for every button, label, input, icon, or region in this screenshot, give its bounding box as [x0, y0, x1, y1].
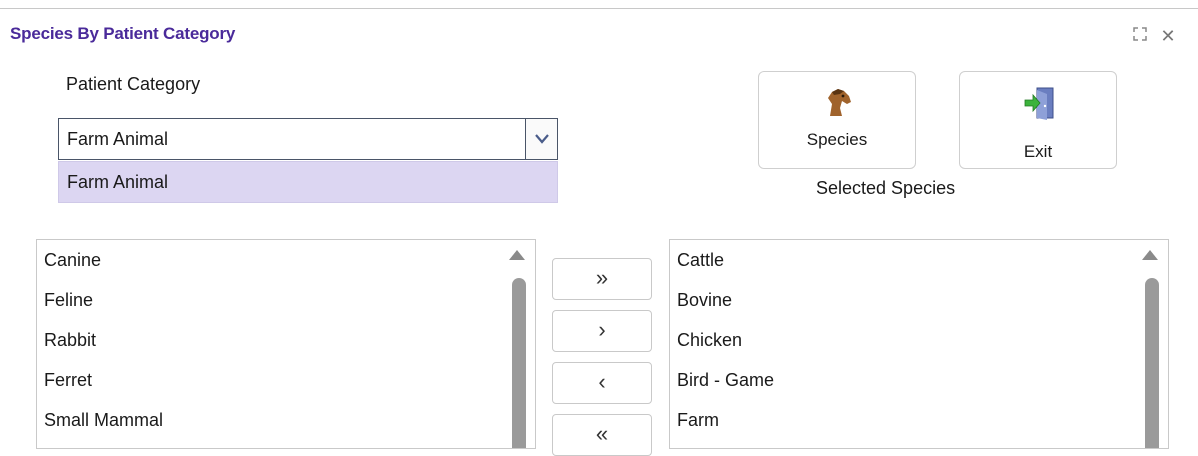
list-item[interactable]: Bovine: [677, 290, 732, 311]
horse-head-icon: [822, 86, 854, 123]
dropdown-toggle[interactable]: [525, 119, 557, 159]
window-title: Species By Patient Category: [10, 24, 236, 43]
patient-category-select[interactable]: Farm Animal: [58, 118, 558, 160]
close-icon[interactable]: ✕: [1158, 26, 1178, 46]
list-item[interactable]: Bird - Game: [677, 370, 774, 391]
selected-species-list[interactable]: Cattle Bovine Chicken Bird - Game Farm: [669, 239, 1169, 449]
patient-category-dropdown: Farm Animal: [58, 161, 558, 203]
maximize-icon[interactable]: [1130, 26, 1150, 46]
add-one-button[interactable]: ›: [552, 310, 652, 352]
scrollbar-thumb[interactable]: [1145, 278, 1159, 448]
list-item[interactable]: Cattle: [677, 250, 724, 271]
add-all-button[interactable]: »: [552, 258, 652, 300]
species-button-label: Species: [806, 130, 868, 149]
scroll-up-arrow-icon[interactable]: [1142, 250, 1158, 260]
remove-one-button[interactable]: ‹: [552, 362, 652, 404]
list-item[interactable]: Rabbit: [44, 330, 96, 351]
list-item[interactable]: Ferret: [44, 370, 92, 391]
top-divider: [0, 8, 1198, 9]
exit-door-icon: [1023, 86, 1057, 127]
scroll-up-arrow-icon[interactable]: [509, 250, 525, 260]
list-item[interactable]: Canine: [44, 250, 101, 271]
patient-category-value: Farm Animal: [67, 129, 169, 149]
list-item[interactable]: Small Mammal: [44, 410, 163, 431]
list-item[interactable]: Chicken: [677, 330, 742, 351]
dropdown-option[interactable]: Farm Animal: [67, 172, 168, 193]
selected-species-label: Selected Species: [816, 178, 956, 198]
list-item[interactable]: Feline: [44, 290, 93, 311]
chevron-down-icon: [535, 134, 549, 144]
exit-button-label: Exit: [1023, 142, 1053, 161]
list-item[interactable]: Farm: [677, 410, 719, 431]
available-species-list[interactable]: Canine Feline Rabbit Ferret Small Mammal: [36, 239, 536, 449]
scrollbar-thumb[interactable]: [512, 278, 526, 448]
species-button[interactable]: Species: [758, 71, 916, 169]
exit-button[interactable]: Exit: [959, 71, 1117, 169]
patient-category-label: Patient Category: [66, 74, 201, 94]
remove-all-button[interactable]: «: [552, 414, 652, 456]
